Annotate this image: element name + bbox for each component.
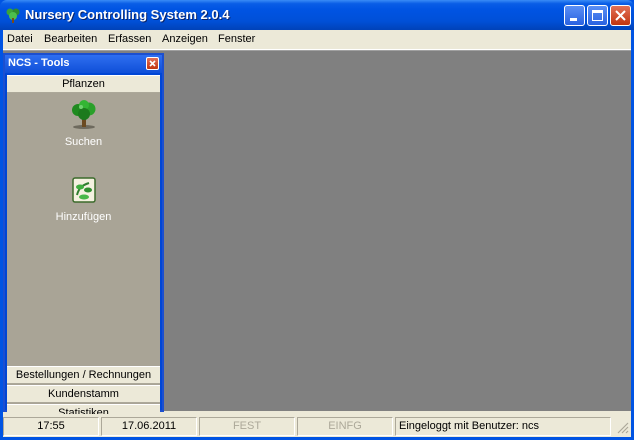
client-area: Datei Bearbeiten Erfassen Anzeigen Fenst… [3,30,631,437]
menu-datei[interactable]: Datei [7,33,33,45]
minimize-icon [570,18,577,21]
group-bestellungen-button[interactable]: Bestellungen / Rechnungen [7,366,160,384]
group-pflanzen-button[interactable]: Pflanzen [7,75,160,93]
app-plant-icon [6,8,20,23]
close-icon [149,60,156,67]
status-user: Eingeloggt mit Benutzer: ncs [395,417,611,436]
tools-panel-titlebar[interactable]: NCS - Tools [5,55,162,73]
status-date: 17.06.2011 [101,417,197,436]
tree-icon [72,100,96,129]
menu-anzeigen[interactable]: Anzeigen [162,33,208,45]
maximize-button[interactable] [587,5,608,26]
tool-suchen[interactable]: Suchen [7,100,160,152]
close-icon [615,10,626,21]
resize-grip-icon[interactable] [617,422,629,434]
menu-fenster[interactable]: Fenster [218,33,255,45]
menu-erfassen[interactable]: Erfassen [108,33,151,45]
tool-suchen-label: Suchen [64,136,103,148]
minimize-button[interactable] [564,5,585,26]
window-title: Nursery Controlling System 2.0.4 [25,7,230,22]
tools-panel-body: Pflanzen Suchen Hinzufügen Bestellungen … [7,75,160,422]
tools-panel-title: NCS - Tools [8,57,70,69]
tool-hinzufuegen[interactable]: Hinzufügen [7,175,160,227]
title-bar[interactable]: Nursery Controlling System 2.0.4 [0,0,634,30]
status-fest: FEST [199,417,295,436]
status-einfg: EINFG [297,417,393,436]
app-window: Nursery Controlling System 2.0.4 Datei B… [0,0,634,440]
group-kundenstamm-button[interactable]: Kundenstamm [7,385,160,403]
tools-panel-close-button[interactable] [146,57,159,70]
maximize-icon [592,10,603,21]
tool-hinzufuegen-label: Hinzufügen [55,211,112,223]
close-button[interactable] [610,5,631,26]
tools-panel: NCS - Tools Pflanzen Suchen Hinzufügen B… [3,53,164,422]
menu-bar: Datei Bearbeiten Erfassen Anzeigen Fenst… [3,30,631,50]
status-time: 17:55 [3,417,99,436]
status-bar: 17:55 17.06.2011 FEST EINFG Eingeloggt m… [3,414,631,437]
menu-bearbeiten[interactable]: Bearbeiten [44,33,97,45]
add-plant-icon [72,177,96,203]
